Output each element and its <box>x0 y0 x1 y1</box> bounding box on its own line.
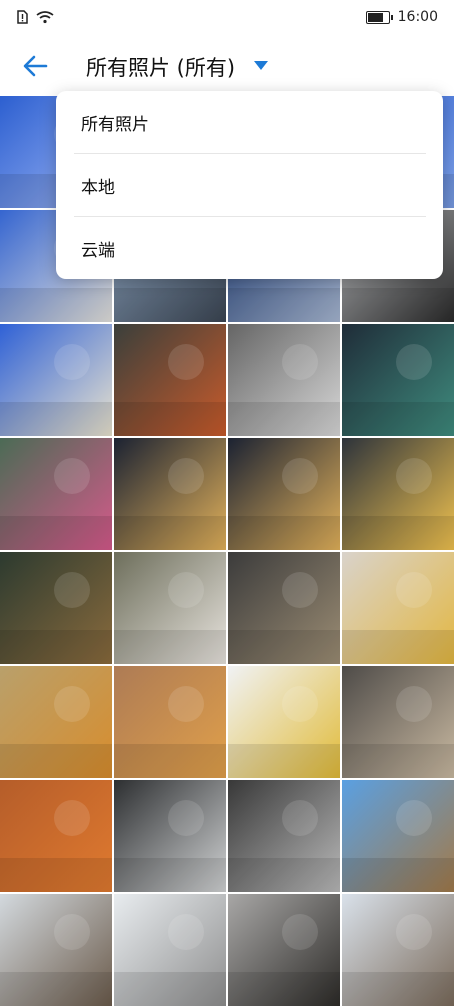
photo-thumbnail[interactable] <box>342 780 454 892</box>
photo-thumbnail[interactable] <box>342 552 454 664</box>
photo-thumbnail[interactable] <box>228 438 340 550</box>
photo-thumbnail[interactable] <box>0 666 112 778</box>
album-filter-dropdown: 所有照片 本地 云端 <box>56 91 443 279</box>
photo-thumbnail[interactable] <box>342 438 454 550</box>
photo-thumbnail[interactable] <box>342 666 454 778</box>
album-filter-title[interactable]: 所有照片 (所有) <box>86 52 235 82</box>
photo-thumbnail[interactable] <box>0 438 112 550</box>
photo-thumbnail[interactable] <box>0 780 112 892</box>
photo-thumbnail[interactable] <box>228 324 340 436</box>
sim-alert-icon <box>16 9 28 28</box>
photo-thumbnail[interactable] <box>342 324 454 436</box>
photo-thumbnail[interactable] <box>228 780 340 892</box>
photo-thumbnail[interactable] <box>228 666 340 778</box>
caret-down-icon[interactable] <box>254 61 268 70</box>
photo-thumbnail[interactable] <box>114 894 226 1006</box>
back-arrow-icon[interactable] <box>20 50 52 82</box>
dropdown-option-cloud[interactable]: 云端 <box>81 217 424 279</box>
photo-thumbnail[interactable] <box>228 894 340 1006</box>
app-header: 所有照片 (所有) <box>0 36 454 96</box>
photo-thumbnail[interactable] <box>342 894 454 1006</box>
wifi-icon <box>36 9 54 28</box>
photo-thumbnail[interactable] <box>0 552 112 664</box>
dropdown-option-local[interactable]: 本地 <box>81 154 424 216</box>
dropdown-option-all-photos[interactable]: 所有照片 <box>81 91 424 153</box>
status-bar: 16:00 <box>0 0 454 36</box>
photo-thumbnail[interactable] <box>0 894 112 1006</box>
battery-icon <box>365 10 393 24</box>
status-right: 16:00 <box>365 9 438 25</box>
status-time: 16:00 <box>397 9 438 25</box>
status-left-icons <box>16 9 54 28</box>
photo-thumbnail[interactable] <box>114 438 226 550</box>
photo-thumbnail[interactable] <box>114 780 226 892</box>
photo-thumbnail[interactable] <box>0 324 112 436</box>
photo-thumbnail[interactable] <box>228 552 340 664</box>
photo-thumbnail[interactable] <box>114 324 226 436</box>
photo-thumbnail[interactable] <box>114 666 226 778</box>
photo-thumbnail[interactable] <box>114 552 226 664</box>
